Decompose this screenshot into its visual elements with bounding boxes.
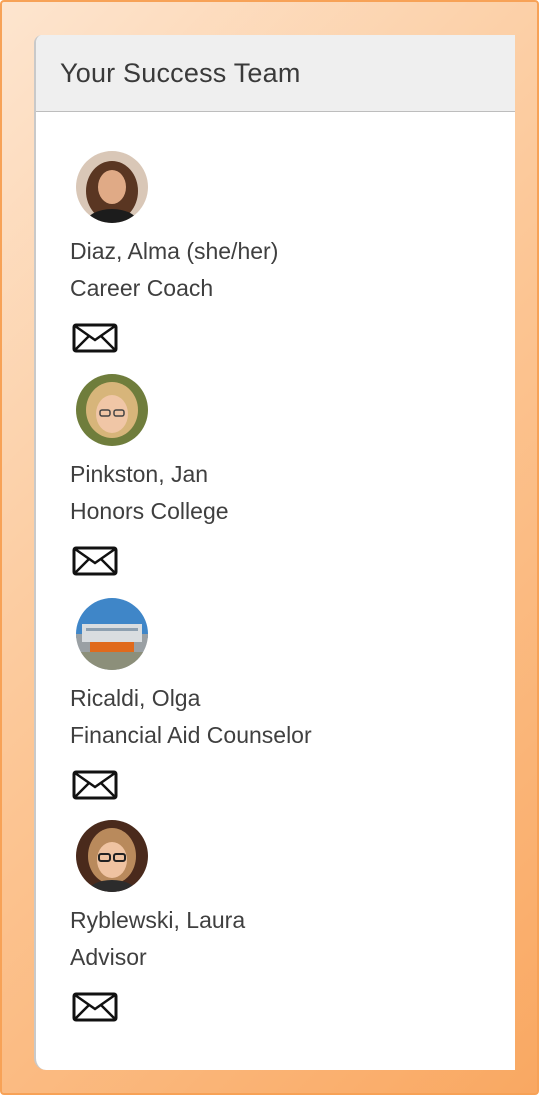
mail-icon[interactable] bbox=[72, 770, 118, 800]
panel-header: Your Success Team bbox=[36, 35, 515, 112]
member-name: Diaz, Alma (she/her) bbox=[70, 238, 279, 264]
page-frame: Your Success Team Diaz, Alma (she/her) C… bbox=[0, 0, 539, 1095]
avatar bbox=[76, 820, 148, 892]
avatar bbox=[76, 374, 148, 446]
avatar bbox=[76, 598, 148, 670]
member-name: Pinkston, Jan bbox=[70, 461, 209, 487]
mail-icon[interactable] bbox=[72, 323, 118, 353]
avatar bbox=[76, 151, 148, 223]
panel-title: Your Success Team bbox=[60, 57, 301, 88]
mail-icon[interactable] bbox=[72, 992, 118, 1022]
member-role: Career Coach bbox=[70, 275, 214, 301]
member-name: Ryblewski, Laura bbox=[70, 907, 246, 933]
member-role: Financial Aid Counselor bbox=[70, 722, 312, 748]
member-role: Honors College bbox=[70, 498, 229, 524]
member-role: Advisor bbox=[70, 944, 147, 970]
success-team-panel: Your Success Team Diaz, Alma (she/her) C… bbox=[34, 35, 515, 1070]
mail-icon[interactable] bbox=[72, 546, 118, 576]
member-name: Ricaldi, Olga bbox=[70, 685, 201, 711]
